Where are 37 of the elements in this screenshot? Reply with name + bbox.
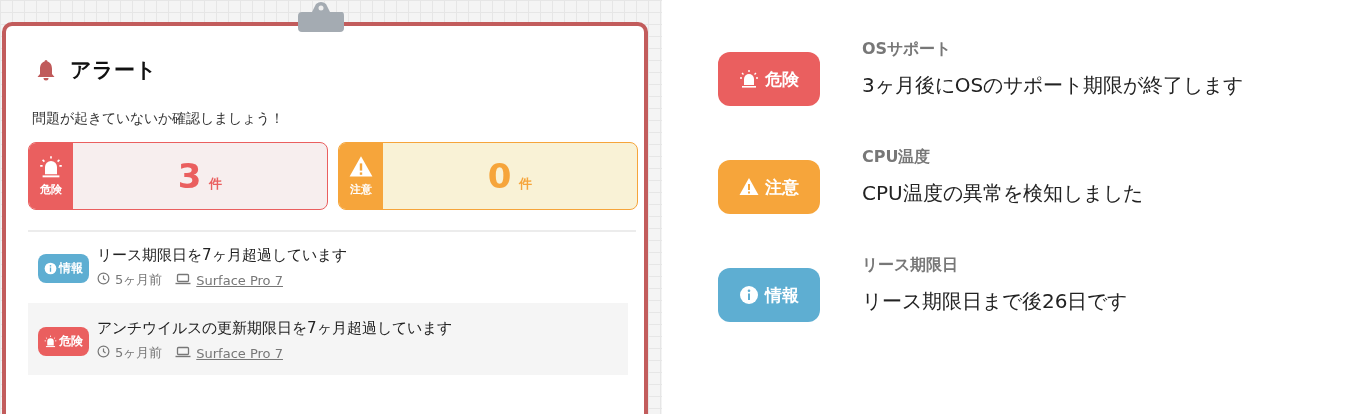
alert-title: CPU温度 xyxy=(862,147,932,168)
alert-message: リース期限日まで後26日です xyxy=(862,288,1128,315)
info-icon xyxy=(739,285,759,305)
info-icon xyxy=(44,262,57,275)
elapsed-time: 5ヶ月前 xyxy=(115,271,163,289)
alert-row[interactable]: 情報 リース期限日を7ヶ月超過しています 5ヶ月前 Surface Pro 7 xyxy=(28,232,638,303)
severity-label: 注意 xyxy=(350,182,372,197)
severity-badge: 情報 xyxy=(38,254,89,283)
bell-icon xyxy=(36,59,56,81)
severity-badge: 危険 xyxy=(718,52,820,106)
clock-icon xyxy=(97,345,110,361)
count-unit: 件 xyxy=(519,175,533,193)
severity-badge: 危険 xyxy=(38,327,89,356)
alert-message: リース期限日を7ヶ月超過しています xyxy=(97,246,347,265)
count-unit: 件 xyxy=(209,175,223,193)
alert-title: リース期限日 xyxy=(862,255,959,276)
siren-icon xyxy=(39,155,63,179)
device-link[interactable]: Surface Pro 7 xyxy=(196,272,283,288)
severity-label: 危険 xyxy=(40,182,62,197)
severity-badge: 情報 xyxy=(718,268,820,322)
alert-count: 0 xyxy=(487,159,512,193)
alert-message: 3ヶ月後にOSのサポート期限が終了します xyxy=(862,72,1244,99)
device-link[interactable]: Surface Pro 7 xyxy=(196,345,283,361)
alert-message: CPU温度の異常を検知しました xyxy=(862,180,1143,207)
warning-icon xyxy=(349,155,373,179)
alert-message: アンチウイルスの更新期限日を7ヶ月超過しています xyxy=(97,319,452,338)
severity-badge: 注意 xyxy=(718,160,820,214)
siren-icon xyxy=(44,335,57,348)
panel-subtitle: 問題が起きていないか確認しましょう！ xyxy=(32,110,285,128)
alert-row[interactable]: 危険 アンチウイルスの更新期限日を7ヶ月超過しています 5ヶ月前 Surface Pro 7 xyxy=(28,303,628,375)
clock-icon xyxy=(97,272,110,288)
siren-icon xyxy=(739,69,759,89)
alert-count: 3 xyxy=(177,159,202,193)
warning-icon xyxy=(739,177,759,197)
elapsed-time: 5ヶ月前 xyxy=(115,344,163,362)
alert-title: OSサポート xyxy=(862,39,953,60)
panel-title: アラート xyxy=(70,57,157,84)
